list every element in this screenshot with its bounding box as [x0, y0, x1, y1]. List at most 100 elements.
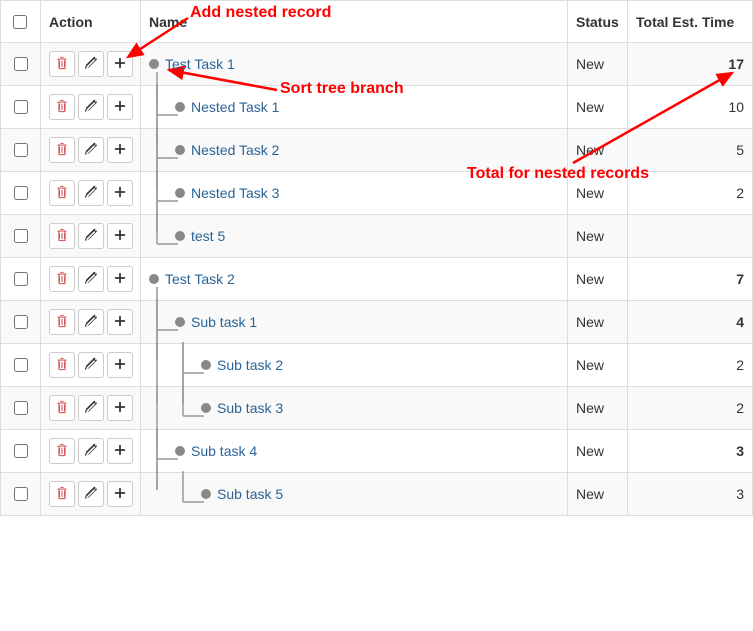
- tree-node-label[interactable]: Test Task 1: [165, 56, 235, 72]
- row-name-cell: test 5: [141, 215, 568, 258]
- add-child-button[interactable]: [107, 266, 133, 292]
- edit-button[interactable]: [78, 395, 104, 421]
- tree-node-dot[interactable]: [175, 188, 185, 198]
- tree-node-label[interactable]: Sub task 4: [191, 443, 257, 459]
- row-checkbox-cell: [1, 344, 41, 387]
- tree-node-dot[interactable]: [149, 274, 159, 284]
- row-checkbox-cell: [1, 473, 41, 516]
- header-status: Status: [568, 1, 628, 43]
- trash-icon: [55, 99, 69, 116]
- tree-node-label[interactable]: Sub task 3: [217, 400, 283, 416]
- tree-node-dot[interactable]: [175, 317, 185, 327]
- edit-icon: [84, 185, 98, 202]
- row-status: New: [568, 86, 628, 129]
- add-child-button[interactable]: [107, 94, 133, 120]
- trash-icon: [55, 357, 69, 374]
- row-name-cell: Sub task 5: [141, 473, 568, 516]
- row-status: New: [568, 430, 628, 473]
- edit-button[interactable]: [78, 481, 104, 507]
- tree-node-label[interactable]: Nested Task 1: [191, 99, 279, 115]
- add-child-button[interactable]: [107, 395, 133, 421]
- trash-icon: [55, 56, 69, 73]
- delete-button[interactable]: [49, 51, 75, 77]
- delete-button[interactable]: [49, 180, 75, 206]
- edit-button[interactable]: [78, 137, 104, 163]
- table-row: Test Task 1New17: [1, 43, 753, 86]
- tree-node-dot[interactable]: [175, 446, 185, 456]
- row-checkbox-cell: [1, 258, 41, 301]
- tree-node-dot[interactable]: [201, 489, 211, 499]
- add-child-button[interactable]: [107, 309, 133, 335]
- row-checkbox-cell: [1, 387, 41, 430]
- tree-node-label[interactable]: Nested Task 2: [191, 142, 279, 158]
- edit-button[interactable]: [78, 180, 104, 206]
- tree-node-dot[interactable]: [175, 145, 185, 155]
- row-status: New: [568, 387, 628, 430]
- plus-icon: [113, 56, 127, 73]
- edit-icon: [84, 228, 98, 245]
- row-checkbox-cell: [1, 129, 41, 172]
- tree-node-dot[interactable]: [149, 59, 159, 69]
- row-status: New: [568, 215, 628, 258]
- delete-button[interactable]: [49, 137, 75, 163]
- delete-button[interactable]: [49, 223, 75, 249]
- tree-node-dot[interactable]: [201, 360, 211, 370]
- row-checkbox[interactable]: [14, 401, 28, 415]
- trash-icon: [55, 271, 69, 288]
- tree-node-dot[interactable]: [175, 231, 185, 241]
- delete-button[interactable]: [49, 94, 75, 120]
- add-child-button[interactable]: [107, 438, 133, 464]
- edit-button[interactable]: [78, 309, 104, 335]
- edit-button[interactable]: [78, 352, 104, 378]
- row-checkbox[interactable]: [14, 358, 28, 372]
- add-child-button[interactable]: [107, 352, 133, 378]
- select-all-checkbox[interactable]: [13, 15, 27, 29]
- edit-button[interactable]: [78, 438, 104, 464]
- delete-button[interactable]: [49, 481, 75, 507]
- row-checkbox[interactable]: [14, 315, 28, 329]
- row-name-cell: Sub task 2: [141, 344, 568, 387]
- row-time: 2: [628, 344, 753, 387]
- add-child-button[interactable]: [107, 51, 133, 77]
- trash-icon: [55, 185, 69, 202]
- row-actions: [41, 215, 141, 258]
- tree-node-label[interactable]: Test Task 2: [165, 271, 235, 287]
- row-checkbox[interactable]: [14, 57, 28, 71]
- tree-node-label[interactable]: Nested Task 3: [191, 185, 279, 201]
- row-checkbox[interactable]: [14, 229, 28, 243]
- tree-node-label[interactable]: Sub task 1: [191, 314, 257, 330]
- delete-button[interactable]: [49, 395, 75, 421]
- row-checkbox[interactable]: [14, 487, 28, 501]
- tree-node-dot[interactable]: [201, 403, 211, 413]
- edit-button[interactable]: [78, 94, 104, 120]
- row-status: New: [568, 43, 628, 86]
- add-child-button[interactable]: [107, 137, 133, 163]
- delete-button[interactable]: [49, 266, 75, 292]
- tree-node-dot[interactable]: [175, 102, 185, 112]
- tree-node-label[interactable]: Sub task 2: [217, 357, 283, 373]
- row-checkbox[interactable]: [14, 186, 28, 200]
- edit-button[interactable]: [78, 51, 104, 77]
- row-name-cell: Sub task 1: [141, 301, 568, 344]
- row-checkbox[interactable]: [14, 444, 28, 458]
- row-checkbox[interactable]: [14, 143, 28, 157]
- edit-button[interactable]: [78, 223, 104, 249]
- add-child-button[interactable]: [107, 481, 133, 507]
- add-child-button[interactable]: [107, 180, 133, 206]
- edit-icon: [84, 99, 98, 116]
- header-time: Total Est. Time: [628, 1, 753, 43]
- row-actions: [41, 344, 141, 387]
- tree-node-label[interactable]: Sub task 5: [217, 486, 283, 502]
- delete-button[interactable]: [49, 352, 75, 378]
- table-row: Sub task 5New3: [1, 473, 753, 516]
- add-child-button[interactable]: [107, 223, 133, 249]
- tree-node-label[interactable]: test 5: [191, 228, 225, 244]
- row-checkbox[interactable]: [14, 272, 28, 286]
- delete-button[interactable]: [49, 438, 75, 464]
- table-row: Sub task 1New4: [1, 301, 753, 344]
- row-checkbox[interactable]: [14, 100, 28, 114]
- edit-button[interactable]: [78, 266, 104, 292]
- delete-button[interactable]: [49, 309, 75, 335]
- edit-icon: [84, 314, 98, 331]
- row-time: [628, 215, 753, 258]
